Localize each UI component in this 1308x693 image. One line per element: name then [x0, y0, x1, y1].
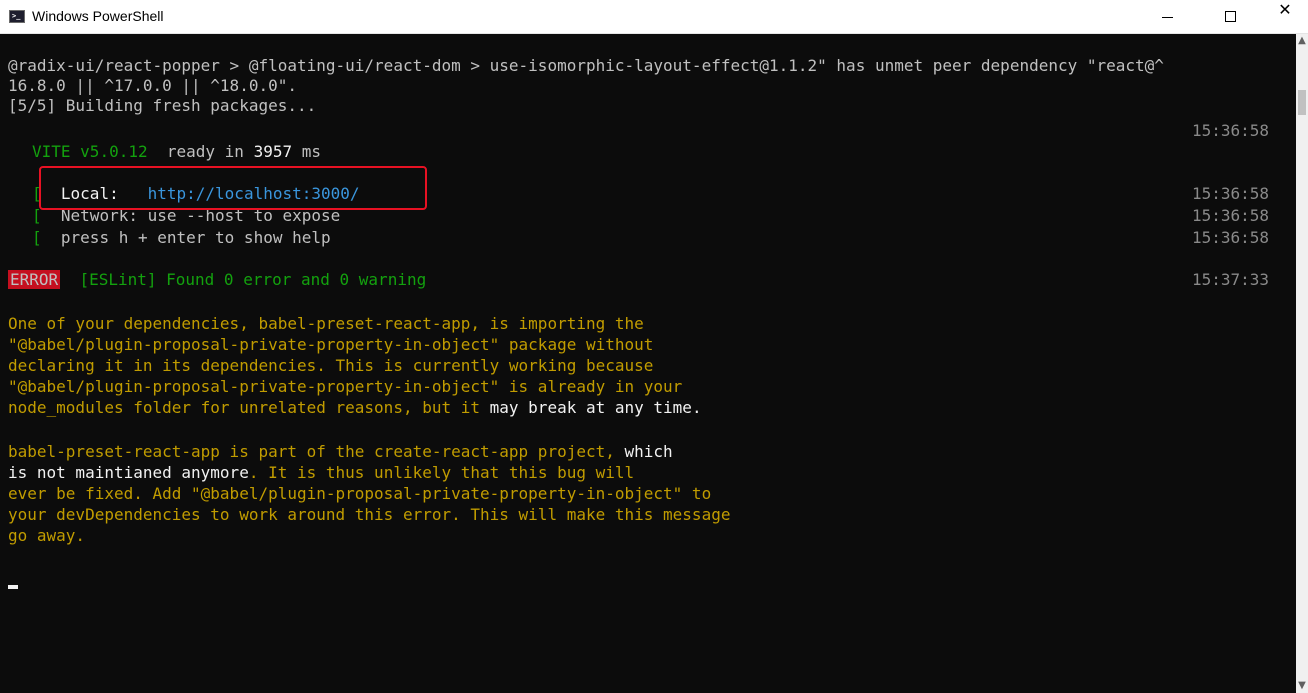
- warning-line: is not maintianed anymore. It is thus un…: [8, 463, 634, 483]
- scroll-down-icon[interactable]: ▼: [1296, 679, 1308, 693]
- warning-line: "@babel/plugin-proposal-private-property…: [8, 335, 654, 354]
- vite-version: v5.0.12: [80, 142, 148, 161]
- timestamp: 15:36:58: [1192, 121, 1270, 140]
- vite-ready-ms: 3957: [253, 142, 293, 161]
- text-cursor: [8, 585, 18, 589]
- timestamp: 15:36:58: [1192, 206, 1270, 225]
- warning-emphasis: may break at any time: [489, 398, 692, 417]
- minimize-icon: [1162, 17, 1173, 18]
- help-line: [ press h + enter to show help: [32, 228, 331, 248]
- title-bar[interactable]: >_ Windows PowerShell ✕: [0, 0, 1308, 34]
- warning-text: .: [691, 398, 702, 417]
- console-line: [5/5] Building fresh packages...: [8, 96, 317, 115]
- eslint-message: [ESLint] Found 0 error and 0 warning: [79, 270, 427, 289]
- maximize-button[interactable]: [1208, 0, 1254, 33]
- warning-line: "@babel/plugin-proposal-private-property…: [8, 377, 683, 396]
- timestamp: 15:36:58: [1192, 228, 1270, 247]
- eslint-line: ERROR [ESLint] Found 0 error and 0 warni…: [8, 270, 426, 290]
- annotation-highlight-box: [39, 166, 427, 210]
- console-line: @radix-ui/react-popper > @floating-ui/re…: [8, 56, 1164, 75]
- powershell-icon: >_: [9, 10, 25, 23]
- vite-ready-line: VITE v5.0.12 ready in 3957 ms: [32, 142, 321, 162]
- warning-text: node_modules folder for unrelated reason…: [8, 398, 490, 417]
- powershell-window: >_ Windows PowerShell ✕ @radix-ui/react-…: [0, 0, 1308, 693]
- warning-line: declaring it in its dependencies. This i…: [8, 356, 654, 375]
- console-output[interactable]: @radix-ui/react-popper > @floating-ui/re…: [0, 34, 1296, 693]
- window-title: Windows PowerShell: [32, 8, 164, 24]
- timestamp: 15:37:33: [1192, 270, 1270, 289]
- warning-line: node_modules folder for unrelated reason…: [8, 398, 702, 418]
- timestamp: 15:36:58: [1192, 184, 1270, 203]
- close-icon: ✕: [1278, 0, 1292, 19]
- error-badge: ERROR: [8, 270, 61, 289]
- warning-line: One of your dependencies, babel-preset-r…: [8, 314, 644, 333]
- warning-line: your devDependencies to work around this…: [8, 505, 731, 524]
- warning-line: babel-preset-react-app is part of the cr…: [8, 442, 673, 462]
- console-line: 16.8.0 || ^17.0.0 || ^18.0.0".: [8, 76, 297, 95]
- vite-name: VITE: [32, 142, 71, 161]
- maximize-icon: [1225, 11, 1236, 22]
- minimize-button[interactable]: [1145, 0, 1191, 33]
- warning-text: babel-preset-react-app is part of the cr…: [8, 442, 625, 461]
- vertical-scrollbar[interactable]: ▲ ▼: [1296, 34, 1308, 693]
- scroll-up-icon[interactable]: ▲: [1296, 34, 1308, 48]
- vite-ready-unit: ms: [301, 142, 322, 161]
- warning-emphasis: which: [624, 442, 673, 461]
- vite-ready-text: ready in: [166, 142, 244, 161]
- bracket: [: [32, 228, 42, 247]
- close-button[interactable]: ✕: [1262, 0, 1308, 33]
- warning-emphasis: is not maintianed anymore: [8, 463, 249, 482]
- warning-line: go away.: [8, 526, 86, 545]
- help-text: press h + enter to show help: [60, 228, 331, 247]
- warning-line: ever be fixed. Add "@babel/plugin-propos…: [8, 484, 712, 503]
- warning-text: . It is thus unlikely that this bug will: [248, 463, 635, 482]
- scroll-thumb[interactable]: [1298, 90, 1306, 115]
